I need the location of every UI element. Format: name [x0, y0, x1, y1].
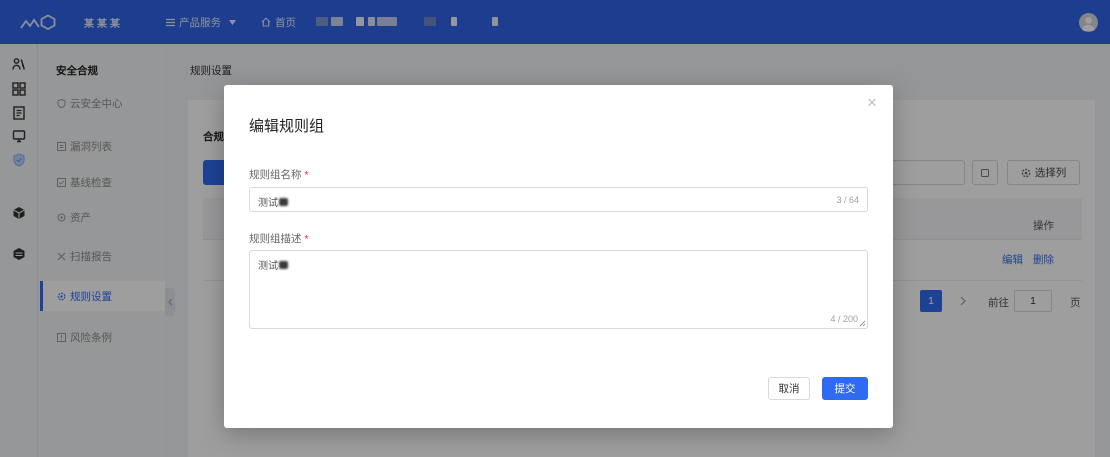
rule-group-name-label: 规则组名称 *: [249, 167, 309, 182]
rule-group-name-input[interactable]: 测试 3 / 64: [249, 187, 868, 212]
cancel-button[interactable]: 取消: [768, 377, 810, 400]
required-mark: *: [304, 233, 309, 245]
name-char-counter: 3 / 64: [836, 195, 859, 205]
rule-group-desc-label: 规则组描述 *: [249, 231, 309, 246]
required-mark: *: [304, 169, 309, 181]
redacted-text: [279, 260, 288, 269]
submit-button[interactable]: 提交: [822, 377, 868, 400]
rule-group-desc-textarea[interactable]: 测试 4 / 200: [249, 250, 868, 329]
rule-group-desc-value: 测试: [258, 261, 278, 272]
rule-group-name-value: 测试: [258, 198, 278, 209]
modal-title: 编辑规则组: [249, 118, 325, 135]
redacted-text: [279, 197, 288, 206]
rule-group-name-label-text: 规则组名称: [249, 169, 302, 181]
rule-group-desc-label-text: 规则组描述: [249, 233, 302, 245]
edit-rule-group-modal: × 编辑规则组 规则组名称 * 测试 3 / 64 规则组描述 * 测试 4 / 2…: [224, 85, 893, 428]
resize-handle-icon[interactable]: [859, 320, 866, 327]
desc-char-counter: 4 / 200: [830, 314, 858, 324]
close-icon[interactable]: ×: [867, 94, 877, 111]
